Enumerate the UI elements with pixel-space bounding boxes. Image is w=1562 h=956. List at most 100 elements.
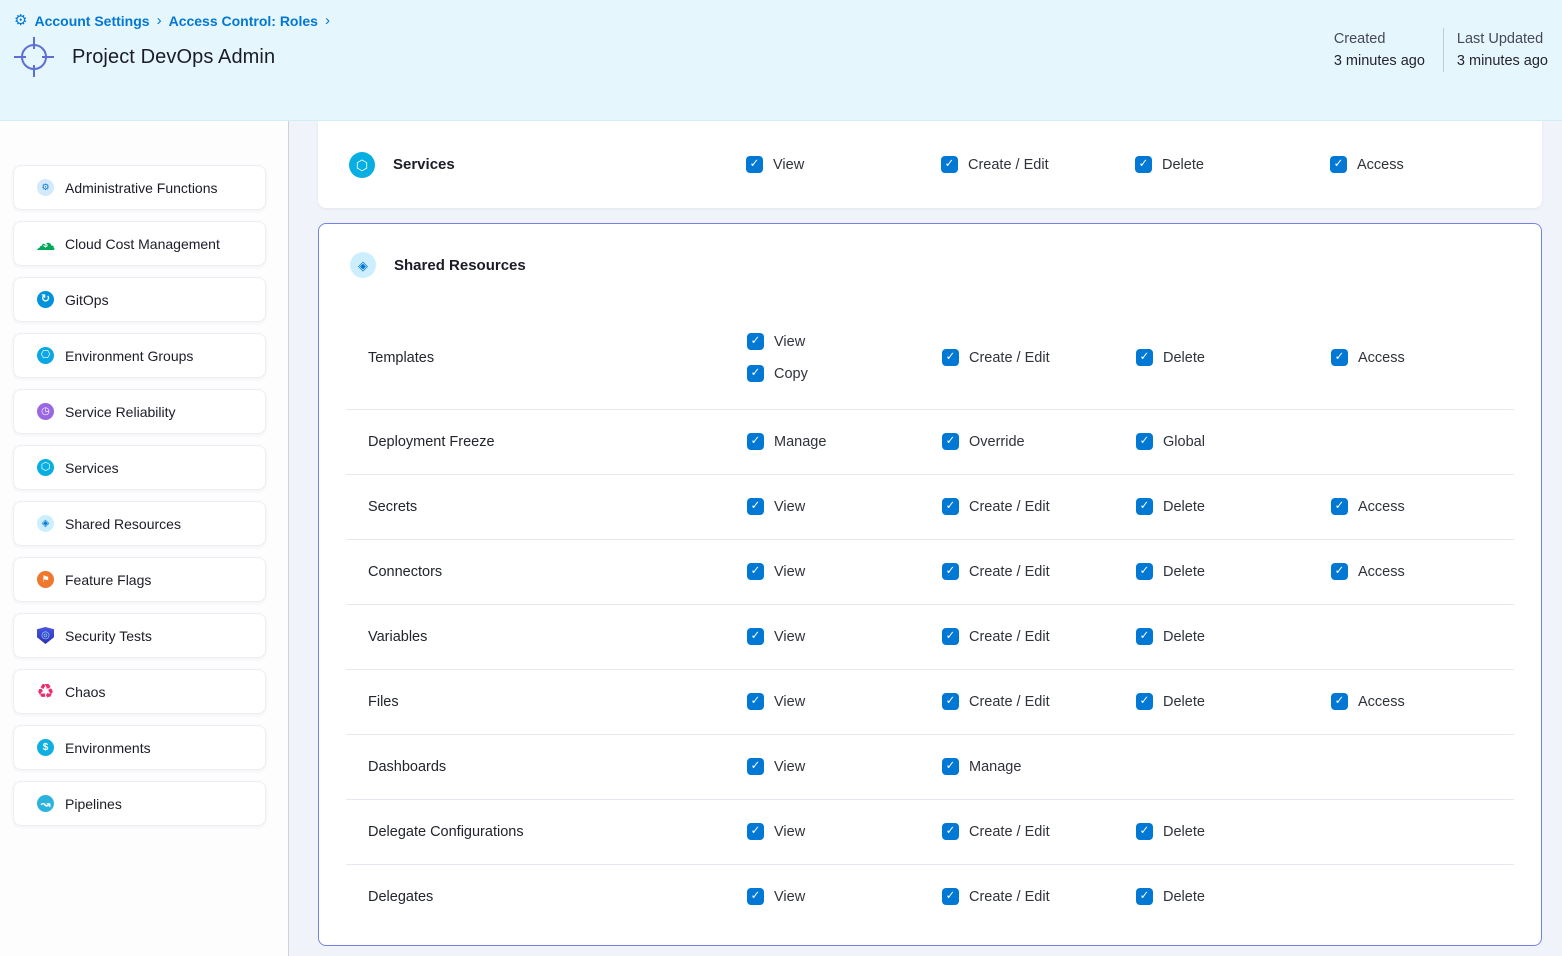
checkbox-checked[interactable]: ✓	[1136, 823, 1153, 840]
checkbox-checked[interactable]: ✓	[1136, 563, 1153, 580]
checkbox-checked[interactable]: ✓	[1136, 888, 1153, 905]
checkbox-checked[interactable]: ✓	[941, 156, 958, 173]
checkbox-checked[interactable]: ✓	[942, 433, 959, 450]
permission-option: ✓ Delete	[1136, 693, 1331, 710]
breadcrumb-access-control-roles[interactable]: Access Control: Roles	[169, 13, 318, 29]
checkbox-checked[interactable]: ✓	[1136, 433, 1153, 450]
permission-option: ✓ Access	[1331, 563, 1541, 580]
checkbox-checked[interactable]: ✓	[747, 333, 764, 350]
checkbox-checked[interactable]: ✓	[1136, 349, 1153, 366]
checkbox-checked[interactable]: ✓	[1135, 156, 1152, 173]
resource-label: Files	[368, 694, 399, 710]
shared-resources-card-title: Shared Resources	[394, 257, 526, 274]
permission-row: Connectors ✓View ✓Create / Edit ✓Delete …	[319, 539, 1541, 604]
permission-option: ✓Create / Edit	[942, 693, 1136, 710]
permission-cell: ✓View	[747, 693, 942, 710]
permission-cell: ✓View✓Copy	[747, 333, 942, 382]
sidebar-item-security-tests[interactable]: ◎ Security Tests	[13, 613, 266, 658]
permission-cell: ✓Delete	[1136, 563, 1331, 580]
checkbox-checked[interactable]: ✓	[747, 365, 764, 382]
services-permission-row: ⬡ Services ✓View ✓Create / Edit ✓Delete …	[318, 121, 1542, 208]
checkbox-checked[interactable]: ✓	[1331, 498, 1348, 515]
checkbox-label: Delete	[1163, 694, 1205, 710]
checkbox-label: Manage	[774, 434, 826, 450]
permission-option: ✓View	[747, 498, 942, 515]
checkbox-checked[interactable]: ✓	[746, 156, 763, 173]
checkbox-label: View	[774, 564, 805, 580]
sidebar-item-label: Environments	[65, 740, 151, 756]
checkbox-checked[interactable]: ✓	[1136, 628, 1153, 645]
checkbox-checked[interactable]: ✓	[747, 628, 764, 645]
permission-option: ✓Delete	[1136, 349, 1331, 366]
checkbox-label: Create / Edit	[969, 499, 1050, 515]
checkbox-checked[interactable]: ✓	[1331, 349, 1348, 366]
checkbox-checked[interactable]: ✓	[942, 563, 959, 580]
created-block: Created 3 minutes ago	[1334, 28, 1443, 72]
resource-label: Delegates	[368, 889, 433, 905]
breadcrumb-account-settings[interactable]: Account Settings	[34, 13, 149, 29]
sidebar-item-label: Environment Groups	[65, 348, 193, 364]
sidebar-item-gitops[interactable]: ↻ GitOps	[13, 277, 266, 322]
checkbox-checked[interactable]: ✓	[942, 888, 959, 905]
permission-row: Dashboards ✓View ✓Manage	[319, 734, 1541, 799]
checkbox-checked[interactable]: ✓	[1331, 693, 1348, 710]
last-updated-value: 3 minutes ago	[1457, 50, 1548, 72]
checkbox-label: Create / Edit	[969, 629, 1050, 645]
permission-row: Delegate Configurations ✓View ✓Create / …	[319, 799, 1541, 864]
permission-cell: ✓ Create / Edit	[942, 628, 1136, 645]
checkbox-checked[interactable]: ✓	[1136, 693, 1153, 710]
checkbox-checked[interactable]: ✓	[942, 823, 959, 840]
checkbox-checked[interactable]: ✓	[747, 888, 764, 905]
sidebar-item-administrative-functions[interactable]: ⚙ Administrative Functions	[13, 165, 266, 210]
checkbox-checked[interactable]: ✓	[1136, 498, 1153, 515]
checkbox-checked[interactable]: ✓	[942, 349, 959, 366]
permission-row: Variables ✓View ✓Create / Edit ✓Delete	[319, 604, 1541, 669]
checkbox-label: Access	[1358, 499, 1405, 515]
sidebar-item-label: Chaos	[65, 684, 105, 700]
sidebar-item-pipelines[interactable]: ↝ Pipelines	[13, 781, 266, 826]
checkbox-checked[interactable]: ✓	[942, 758, 959, 775]
sidebar-item-label: Service Reliability	[65, 404, 175, 420]
checkbox-label: Access	[1358, 564, 1405, 580]
checkbox-checked[interactable]: ✓	[747, 693, 764, 710]
sidebar-item-shared-resources[interactable]: ◈ Shared Resources	[13, 501, 266, 546]
breadcrumb-separator-icon: ›	[157, 12, 162, 29]
page-header: ⚙ Account Settings › Access Control: Rol…	[0, 0, 1562, 121]
checkbox-checked[interactable]: ✓	[942, 628, 959, 645]
page: ⚙ Account Settings › Access Control: Rol…	[0, 0, 1562, 956]
gear-icon: ⚙	[37, 179, 54, 196]
permission-cell: ✓ Create / Edit	[942, 498, 1136, 515]
sidebar-item-feature-flags[interactable]: ⚑ Feature Flags	[13, 557, 266, 602]
permission-option: ✓ Create / Edit	[942, 628, 1136, 645]
sidebar-item-cloud-cost-management[interactable]: ☁ Cloud Cost Management	[13, 221, 266, 266]
services-permission-cell: ✓View	[746, 156, 941, 173]
checkbox-checked[interactable]: ✓	[747, 498, 764, 515]
sidebar-item-chaos[interactable]: ♻ Chaos	[13, 669, 266, 714]
checkbox-checked[interactable]: ✓	[942, 498, 959, 515]
sidebar-item-services[interactable]: ⬡ Services	[13, 445, 266, 490]
checkbox-checked[interactable]: ✓	[1330, 156, 1347, 173]
checkbox-checked[interactable]: ✓	[942, 693, 959, 710]
checkbox-label: Access	[1357, 157, 1404, 173]
checkbox-label: Access	[1358, 694, 1405, 710]
permission-option: ✓ Access	[1330, 156, 1542, 173]
checkbox-label: View	[774, 334, 805, 350]
checkbox-checked[interactable]: ✓	[1331, 563, 1348, 580]
checkbox-checked[interactable]: ✓	[747, 433, 764, 450]
permission-option: ✓Delete	[1136, 628, 1331, 645]
sidebar-item-environment-groups[interactable]: ⎔ Environment Groups	[13, 333, 266, 378]
permission-option: ✓Delete	[1136, 888, 1331, 905]
service-reliability-icon: ◷	[37, 403, 54, 420]
sidebar-item-label: Administrative Functions	[65, 180, 218, 196]
shared-resources-card: ◈ Shared Resources Templates ✓View✓Copy …	[318, 223, 1542, 946]
sidebar-item-environments[interactable]: $ Environments	[13, 725, 266, 770]
permission-cell: ✓Delete	[1136, 349, 1331, 366]
sidebar-item-service-reliability[interactable]: ◷ Service Reliability	[13, 389, 266, 434]
checkbox-checked[interactable]: ✓	[747, 563, 764, 580]
checkbox-checked[interactable]: ✓	[747, 823, 764, 840]
checkbox-checked[interactable]: ✓	[747, 758, 764, 775]
shared-resources-card-head: ◈ Shared Resources	[319, 224, 1541, 306]
permission-option: ✓ Access	[1331, 498, 1541, 515]
permission-cell: ✓Create / Edit	[942, 888, 1136, 905]
environment-groups-icon: ⎔	[37, 347, 54, 364]
